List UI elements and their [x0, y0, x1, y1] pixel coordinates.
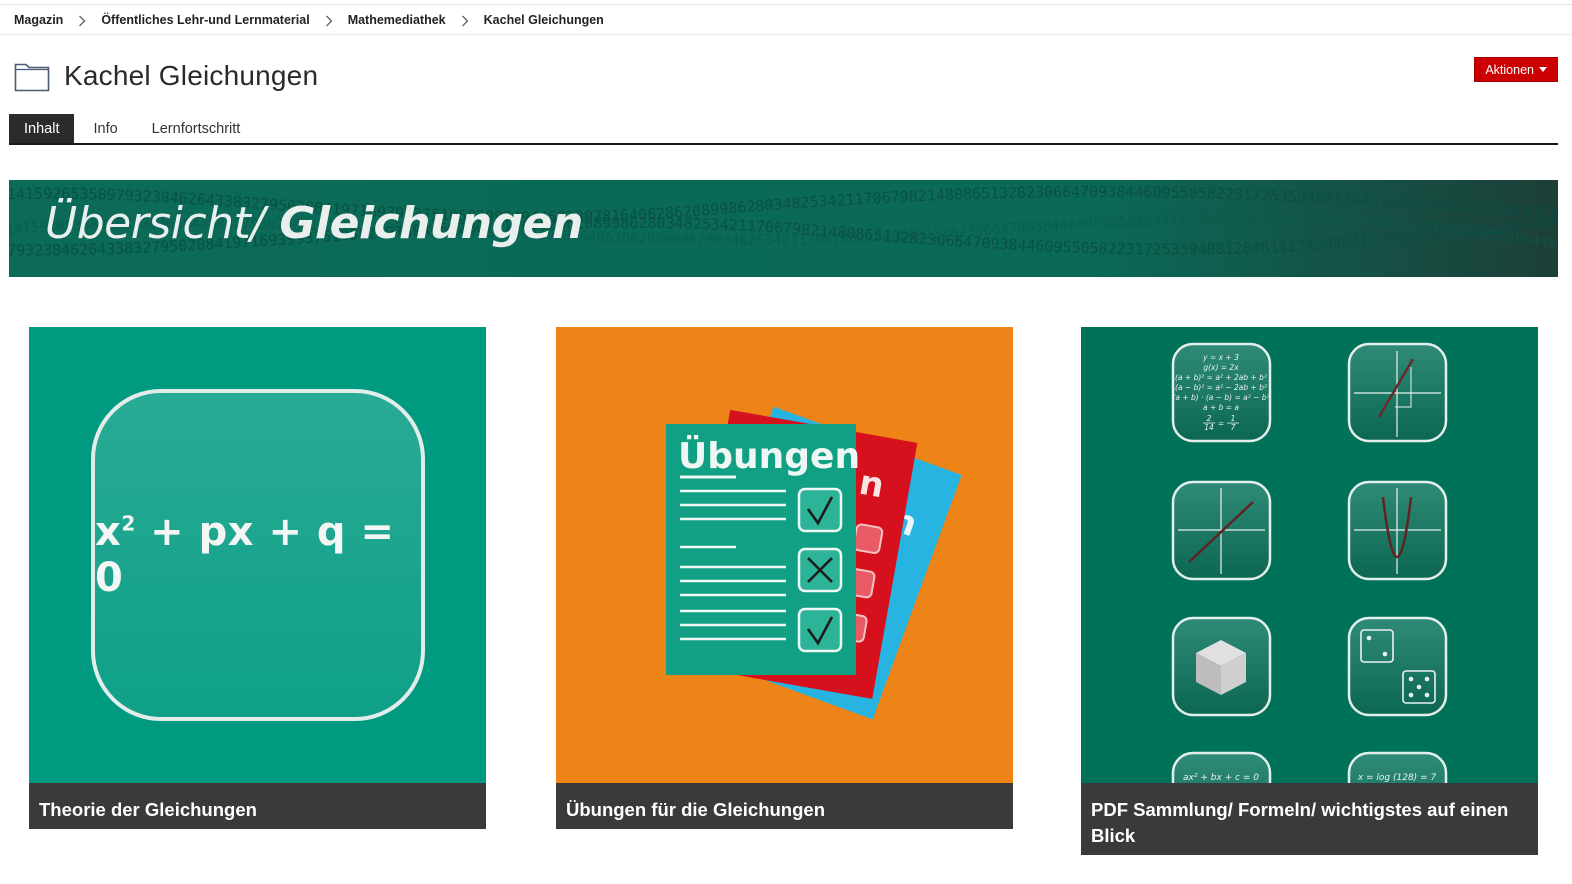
svg-text:1: 1: [1231, 414, 1236, 423]
caret-down-icon: [1539, 67, 1547, 72]
chevron-right-icon: [63, 12, 101, 28]
tab-inhalt[interactable]: Inhalt: [9, 114, 75, 143]
svg-text:g(x) = 2x: g(x) = 2x: [1203, 363, 1239, 372]
svg-text:(a + b)² = a² + 2ab + b²: (a + b)² = a² + 2ab + b²: [1175, 373, 1267, 382]
overview-banner: 3.14159265358979323846264338327950288419…: [9, 180, 1558, 277]
svg-text:y = x + 3: y = x + 3: [1202, 353, 1239, 362]
banner-title: Übersicht/ Gleichungen: [45, 198, 583, 249]
breadcrumb-magazin[interactable]: Magazin: [14, 13, 63, 27]
tab-bar: Inhalt Info Lernfortschritt: [9, 114, 1558, 145]
formula-text: x2 + px + q = 0: [95, 509, 395, 601]
tile-uebungen-image: n n Übungen: [556, 327, 1013, 783]
folder-icon: [14, 63, 50, 92]
tile-theorie-image: x2 + px + q = 0: [29, 327, 486, 783]
tile-uebungen[interactable]: n n Übungen Übungen für die Gleichungen: [556, 327, 1013, 829]
tile-theorie[interactable]: x2 + px + q = 0 Theorie der Gleichungen: [29, 327, 486, 829]
tile-theorie-caption[interactable]: Theorie der Gleichungen: [29, 783, 486, 829]
breadcrumb-lehrmaterial[interactable]: Öffentliches Lehr-und Lernmaterial: [101, 13, 309, 27]
worksheets-illustration: n n Übungen: [666, 406, 962, 720]
formula-card: x2 + px + q = 0: [91, 389, 425, 721]
actions-dropdown-button[interactable]: Aktionen: [1474, 57, 1558, 82]
banner-title-bold: Gleichungen: [264, 198, 583, 249]
formulas-icon: y = x + 3 g(x) = 2x (a + b)² = a² + 2ab …: [1171, 342, 1272, 443]
svg-text:x = log (128) = 7: x = log (128) = 7: [1357, 773, 1437, 783]
svg-text:a + b = a: a + b = a: [1203, 403, 1239, 412]
svg-text:(a − b)² = a² − 2ab + b²: (a − b)² = a² − 2ab + b²: [1175, 383, 1267, 392]
sheet-title: Übungen: [678, 435, 860, 477]
tab-lernfortschritt[interactable]: Lernfortschritt: [137, 114, 256, 143]
check-box-icon: [797, 487, 843, 533]
banner-title-light: Übersicht/: [45, 198, 265, 249]
svg-text:(a + b) · (a − b) = a² − b²: (a + b) · (a − b) = a² − b²: [1172, 393, 1269, 402]
svg-text:ax² + bx + c = 0: ax² + bx + c = 0: [1183, 773, 1259, 783]
chevron-right-icon: [310, 12, 348, 28]
svg-text:2: 2: [1207, 414, 1212, 423]
breadcrumb-current[interactable]: Kachel Gleichungen: [484, 13, 604, 27]
top-border: [0, 4, 1572, 5]
cross-box-icon: [797, 547, 843, 593]
dice-icon: [1347, 616, 1448, 717]
breadcrumb-divider: [0, 34, 1572, 35]
quadratic-equation-icon: ax² + bx + c = 0: [1171, 751, 1272, 783]
svg-text:7: 7: [1231, 423, 1236, 432]
linear-graph-icon: [1171, 480, 1272, 581]
tab-info[interactable]: Info: [78, 114, 132, 143]
cube-icon: [1171, 616, 1272, 717]
page-title: Kachel Gleichungen: [64, 60, 319, 91]
tile-pdf-image: y = x + 3 g(x) = 2x (a + b)² = a² + 2ab …: [1081, 327, 1538, 783]
check-box-icon: [797, 607, 843, 653]
formula-icons-illustration: y = x + 3 g(x) = 2x (a + b)² = a² + 2ab …: [1171, 342, 1448, 783]
page-header: Kachel Gleichungen: [14, 56, 318, 96]
breadcrumb-mathemediathek[interactable]: Mathemediathek: [348, 13, 446, 27]
parabola-graph-icon: [1347, 480, 1448, 581]
tile-pdf-sammlung[interactable]: y = x + 3 g(x) = 2x (a + b)² = a² + 2ab …: [1081, 327, 1538, 855]
pythagoras-graph-icon: [1347, 342, 1448, 443]
svg-text:=: =: [1218, 419, 1224, 428]
actions-label: Aktionen: [1485, 62, 1534, 77]
breadcrumb: Magazin Öffentliches Lehr-und Lernmateri…: [14, 11, 604, 29]
svg-text:14: 14: [1204, 423, 1214, 432]
chevron-right-icon: [446, 12, 484, 28]
tile-pdf-caption[interactable]: PDF Sammlung/ Formeln/ wichtigstes auf e…: [1081, 783, 1538, 855]
tile-uebungen-caption[interactable]: Übungen für die Gleichungen: [556, 783, 1013, 829]
logarithm-icon: x = log (128) = 7: [1347, 751, 1448, 783]
